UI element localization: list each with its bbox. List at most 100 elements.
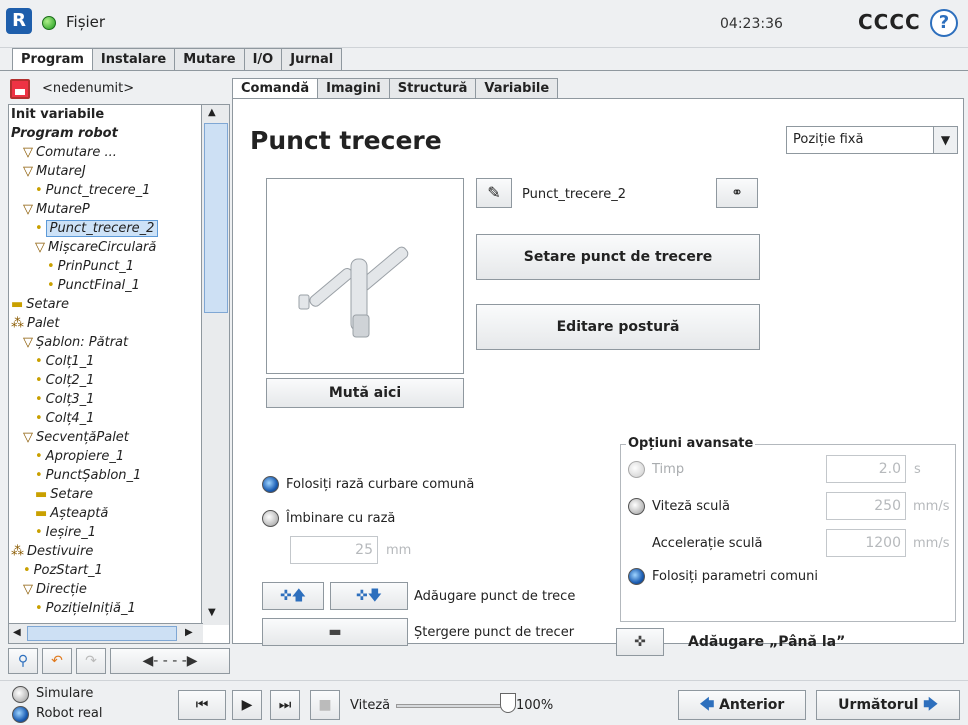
previous-button[interactable]: 🡄 Anterior (678, 690, 806, 720)
link-icon[interactable]: ⚭ (716, 178, 758, 208)
redo-icon[interactable]: ↷ (76, 648, 106, 674)
skip-back-icon[interactable]: ⏮ (178, 690, 226, 720)
tree-item[interactable]: • Colț2_1 (35, 373, 94, 389)
status-green-icon (42, 16, 56, 30)
play-icon[interactable]: ▶ (232, 690, 262, 720)
tree-item-label: PunctFinal_1 (57, 278, 140, 293)
tree-item[interactable]: ⁂ Destivuire (11, 544, 93, 560)
scroll-left-icon[interactable]: ◀ (13, 627, 21, 638)
tree-node-icon: • (35, 392, 43, 407)
tree-node-icon: ▽ (23, 582, 33, 597)
speed-slider[interactable] (396, 704, 508, 708)
tree-node-icon: ▽ (35, 240, 45, 255)
set-waypoint-button[interactable]: Setare punct de trecere (476, 234, 760, 280)
time-input[interactable]: 2.0 (826, 455, 906, 483)
tree-item[interactable]: ▽ MutareJ (23, 164, 86, 180)
tree-item[interactable]: ▬ Setare (35, 487, 93, 503)
tree-item[interactable]: ▽ Comutare ... (23, 145, 117, 161)
tool-speed-input[interactable]: 250 (826, 492, 906, 520)
tab-program[interactable]: Program (12, 48, 93, 70)
simulation-radio[interactable] (12, 686, 29, 703)
tree-item-label: Punct_trecere_2 (45, 220, 159, 237)
pencil-icon[interactable]: ✎ (476, 178, 512, 208)
tree-item[interactable]: • Punct_trecere_1 (35, 183, 150, 199)
tree-item[interactable]: • Colț1_1 (35, 354, 94, 370)
real-robot-radio[interactable] (12, 706, 29, 723)
edit-pose-button[interactable]: Editare postură (476, 304, 760, 350)
tree-item[interactable]: ▽ Direcție (23, 582, 87, 598)
tab-log[interactable]: Jurnal (281, 48, 343, 70)
move-here-button[interactable]: Mută aici (266, 378, 464, 408)
program-tree[interactable]: Init variabile Program robot ▽ Comutare ...… (8, 104, 230, 644)
tool-speed-radio[interactable] (628, 498, 645, 515)
tree-item[interactable]: ▽ MișcareCirculară (35, 240, 156, 256)
tree-node-icon: • (35, 468, 43, 483)
tool-speed-unit: mm/s (913, 499, 950, 514)
tree-item[interactable]: • Colț4_1 (35, 411, 94, 427)
tree-item[interactable]: ▬ Așteaptă (35, 506, 108, 522)
stop-icon[interactable]: ■ (310, 690, 340, 720)
tree-scroll-thumb[interactable] (204, 123, 228, 313)
blend-radius-label: Îmbinare cu rază (286, 511, 396, 526)
tree-node-icon: ▽ (23, 335, 33, 350)
program-file-name: <nedenumit> (42, 81, 135, 96)
tree-item-label: PunctȘablon_1 (45, 468, 142, 483)
tab-command[interactable]: Comandă (232, 78, 319, 99)
tree-item[interactable]: ▽ Șablon: Pătrat (23, 335, 128, 351)
tree-item[interactable]: Program robot (11, 126, 118, 142)
horizontal-scroll-thumb[interactable] (27, 626, 177, 641)
next-button[interactable]: Următorul 🡆 (816, 690, 960, 720)
tree-item[interactable]: • PozStart_1 (23, 563, 103, 579)
tree-item[interactable]: ▽ SecvențăPalet (23, 430, 129, 446)
tree-item-label: Așteaptă (50, 506, 109, 521)
help-icon[interactable]: ? (930, 9, 958, 37)
remove-waypoint-button[interactable]: ▬ (262, 618, 408, 646)
tree-item[interactable]: Init variabile (11, 107, 104, 123)
tab-variables[interactable]: Variabile (475, 78, 559, 99)
tree-item[interactable]: • Punct_trecere_2 (35, 220, 159, 237)
add-before-button[interactable]: ✜🡅 (262, 582, 324, 610)
next-label: Următorul (838, 697, 919, 713)
tab-structure[interactable]: Structură (388, 78, 477, 99)
tree-item[interactable]: ▽ MutareP (23, 202, 90, 218)
tab-io[interactable]: I/O (243, 48, 283, 70)
chevron-down-icon[interactable]: ▼ (933, 127, 957, 153)
tree-item[interactable]: ▬ Setare (11, 297, 69, 313)
tree-item[interactable]: ⁂ Palet (11, 316, 60, 332)
blend-radius-input[interactable]: 25 (290, 536, 378, 564)
search-icon[interactable]: ⚲ (8, 648, 38, 674)
step-icon[interactable]: ⏭ (270, 690, 300, 720)
shared-blend-radio[interactable] (262, 476, 279, 493)
expand-collapse-icon[interactable]: ◀- - - -▶ (110, 648, 230, 674)
scroll-down-icon[interactable]: ▼ (208, 607, 216, 618)
add-until-button[interactable]: ✜ (616, 628, 664, 656)
clock: 04:23:36 (720, 16, 783, 32)
file-menu[interactable]: Fișier (66, 13, 105, 31)
tree-item[interactable]: • Colț3_1 (35, 392, 94, 408)
scroll-right-icon[interactable]: ▶ (185, 627, 193, 638)
shared-params-radio[interactable] (628, 568, 645, 585)
tree-item[interactable]: • PrinPunct_1 (47, 259, 134, 275)
tree-item[interactable]: • PunctFinal_1 (47, 278, 140, 294)
ur-logo-icon: R (6, 8, 32, 34)
tab-move[interactable]: Mutare (174, 48, 245, 70)
tree-item[interactable]: • PunctȘablon_1 (35, 468, 141, 484)
tree-horizontal-scrollbar[interactable]: ◀ ▶ (9, 623, 203, 643)
tool-speed-label: Viteză sculă (652, 499, 730, 514)
tree-item[interactable]: • Ieșire_1 (35, 525, 96, 541)
tree-item-label: MutareP (36, 202, 90, 217)
save-icon[interactable] (10, 79, 30, 99)
time-radio[interactable] (628, 461, 645, 478)
speed-slider-handle[interactable] (500, 693, 516, 713)
tree-item[interactable]: • PozițieInițiă_1 (35, 601, 136, 617)
waypoint-type-select[interactable]: Poziție fixă ▼ (786, 126, 958, 154)
add-after-button[interactable]: ✜🡇 (330, 582, 408, 610)
tree-item[interactable]: • Apropiere_1 (35, 449, 124, 465)
tab-graphics[interactable]: Imagini (317, 78, 390, 99)
blend-radius-radio[interactable] (262, 510, 279, 527)
add-waypoint-label: Adăugare punct de trece (414, 589, 576, 604)
undo-icon[interactable]: ↶ (42, 648, 72, 674)
tool-acc-input[interactable]: 1200 (826, 529, 906, 557)
scroll-up-icon[interactable]: ▲ (208, 107, 216, 118)
tab-installation[interactable]: Instalare (91, 48, 176, 70)
